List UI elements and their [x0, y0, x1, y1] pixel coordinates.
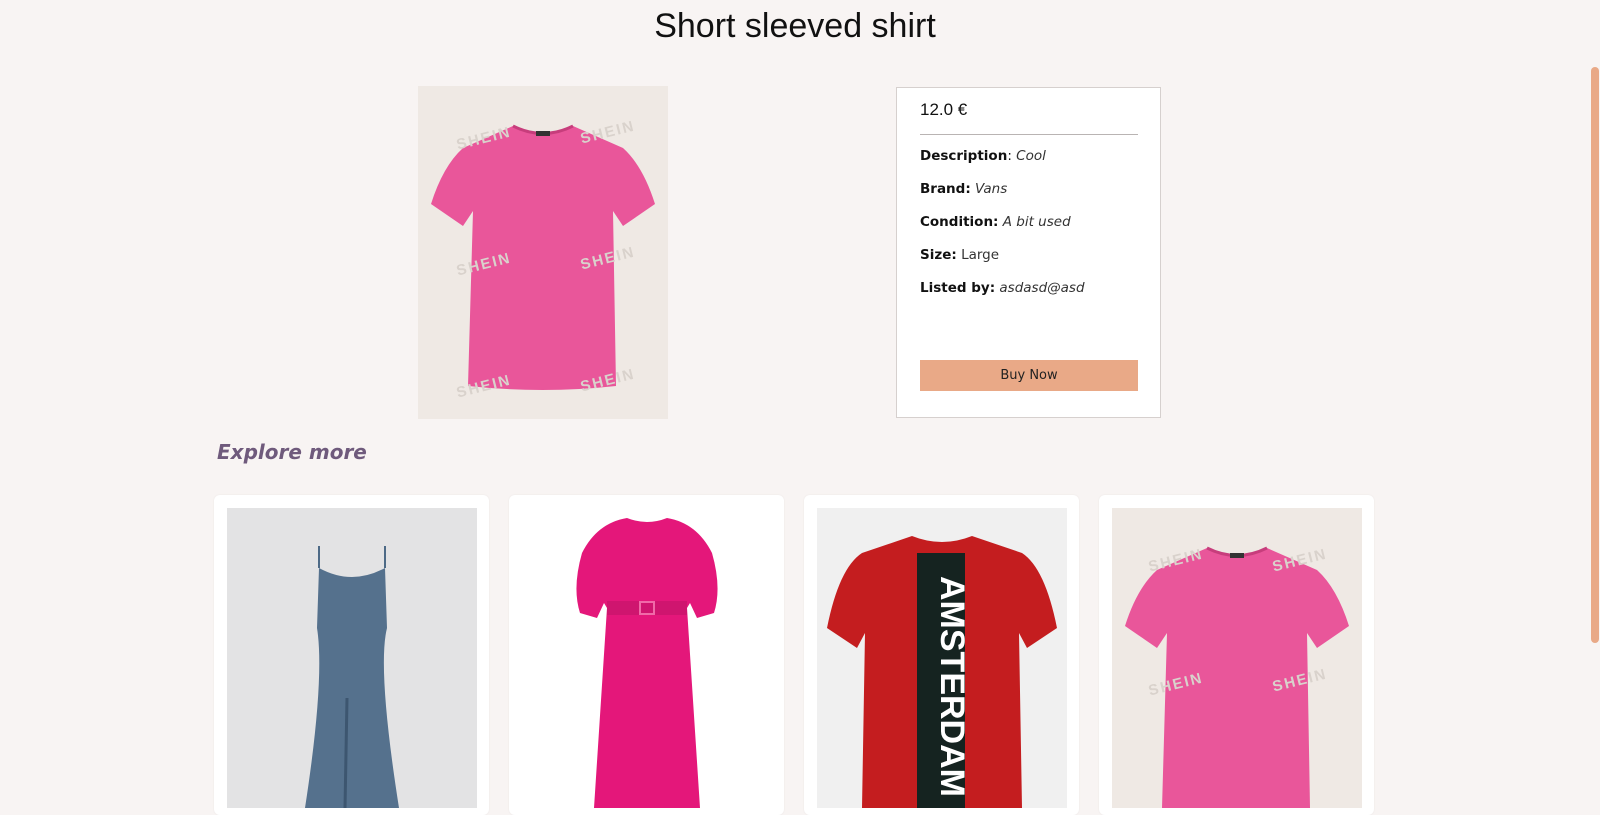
- red-tshirt-image: AMSTERDAM: [827, 536, 1057, 808]
- brand-row: Brand: Vans: [920, 181, 1007, 197]
- product-card-image[interactable]: [227, 508, 477, 808]
- listed-by-value: asdasd@asd: [999, 280, 1085, 296]
- buy-now-button[interactable]: Buy Now: [920, 360, 1138, 391]
- price: 12.0 €: [920, 100, 968, 119]
- size-label: Size:: [920, 247, 957, 263]
- amsterdam-print: AMSTERDAM: [933, 576, 971, 797]
- brand-value: Vans: [975, 181, 1008, 197]
- description-value: Cool: [1016, 148, 1046, 164]
- product-card-image[interactable]: [522, 508, 772, 808]
- product-card[interactable]: [509, 495, 784, 815]
- condition-value: A bit used: [1002, 214, 1071, 230]
- size-value: Large: [961, 247, 1000, 263]
- product-card[interactable]: AMSTERDAM: [804, 495, 1079, 815]
- product-image: SHEIN SHEIN SHEIN SHEIN SHEIN SHEIN: [418, 86, 668, 419]
- product-details-panel: 12.0 € Description: Cool Brand: Vans Con…: [896, 87, 1161, 418]
- divider: [920, 134, 1138, 135]
- condition-label: Condition:: [920, 214, 999, 230]
- explore-more-heading: Explore more: [217, 440, 367, 464]
- blue-dress-image: [305, 546, 399, 808]
- listed-by-label: Listed by:: [920, 280, 996, 296]
- product-card[interactable]: [214, 495, 489, 815]
- condition-row: Condition: A bit used: [920, 214, 1071, 230]
- product-card-image[interactable]: AMSTERDAM: [817, 508, 1067, 808]
- scrollbar-thumb[interactable]: [1591, 67, 1599, 643]
- listed-by-row: Listed by: asdasd@asd: [920, 280, 1085, 296]
- product-card-image[interactable]: SHEIN SHEIN SHEIN SHEIN: [1112, 508, 1362, 808]
- size-row: Size: Large: [920, 247, 999, 263]
- description-row: Description: Cool: [920, 148, 1046, 164]
- brand-label: Brand:: [920, 181, 971, 197]
- description-label: Description: [920, 148, 1008, 164]
- scrollbar-track[interactable]: [1590, 0, 1600, 792]
- product-card[interactable]: SHEIN SHEIN SHEIN SHEIN: [1099, 495, 1374, 815]
- page-title: Short sleeved shirt: [654, 7, 936, 45]
- pink-dress-image: [576, 518, 718, 808]
